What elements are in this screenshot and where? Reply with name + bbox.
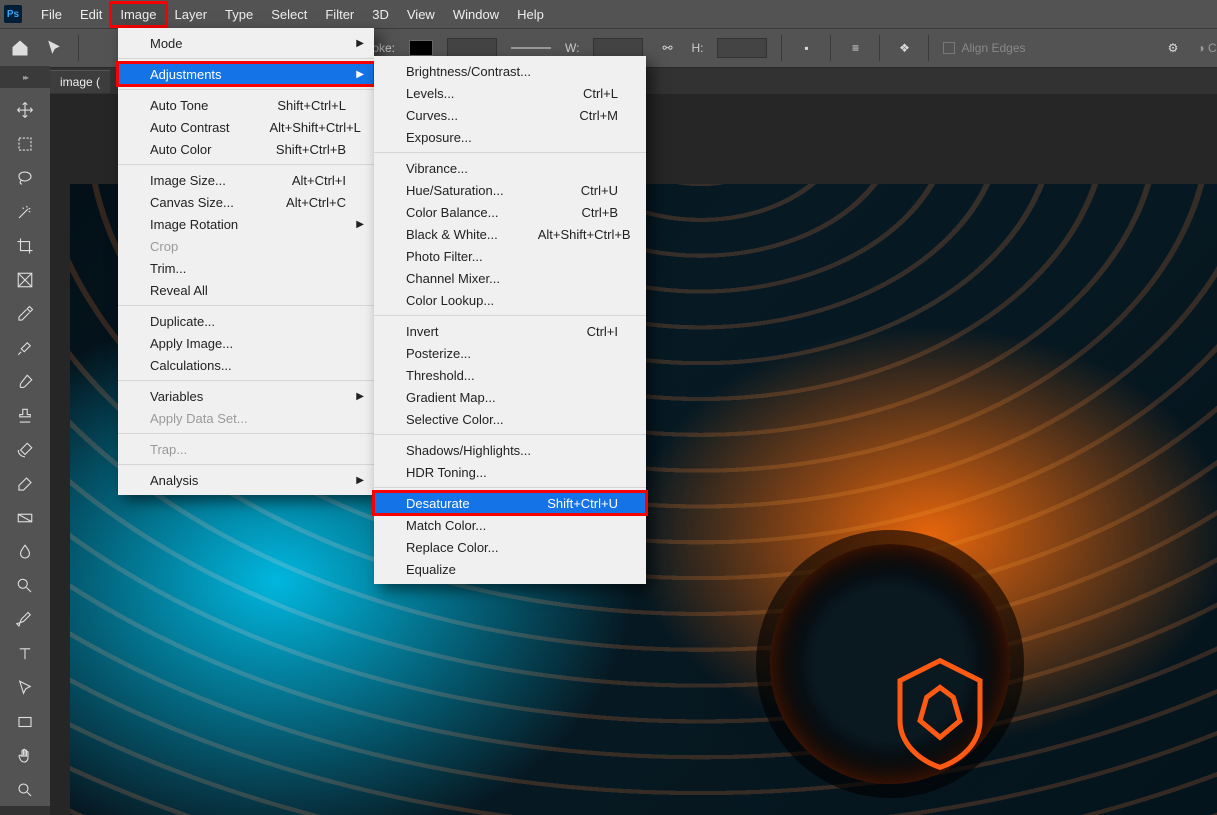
tool-healing[interactable] <box>9 332 41 364</box>
link-icon[interactable]: ⚯ <box>657 38 677 58</box>
corner-button[interactable]: ◑ C <box>1197 38 1217 58</box>
menuitem-channel-mixer[interactable]: Channel Mixer... <box>374 267 646 289</box>
menuitem-trap: Trap... <box>118 438 374 460</box>
menuitem-vibrance[interactable]: Vibrance... <box>374 157 646 179</box>
tool-history-brush[interactable] <box>9 434 41 466</box>
document-tab-strip: image ( <box>50 68 110 94</box>
tool-brush[interactable] <box>9 366 41 398</box>
tool-dodge[interactable] <box>9 570 41 602</box>
menuitem-image-rotation[interactable]: Image Rotation▶ <box>118 213 374 235</box>
height-field[interactable] <box>717 38 767 58</box>
menu-type[interactable]: Type <box>216 3 262 26</box>
menuitem-auto-color[interactable]: Auto ColorShift+Ctrl+B <box>118 138 374 160</box>
menu-bar: Ps FileEditImageLayerTypeSelectFilter3DV… <box>0 0 1217 28</box>
tool-lasso[interactable] <box>9 162 41 194</box>
menuitem-analysis[interactable]: Analysis▶ <box>118 469 374 491</box>
menu-view[interactable]: View <box>398 3 444 26</box>
menu-image[interactable]: Image <box>111 3 165 26</box>
tool-blur[interactable] <box>9 536 41 568</box>
menuitem-brightness-contrast[interactable]: Brightness/Contrast... <box>374 60 646 82</box>
tool-path-select[interactable] <box>9 672 41 704</box>
menuitem-color-balance[interactable]: Color Balance...Ctrl+B <box>374 201 646 223</box>
menuitem-exposure[interactable]: Exposure... <box>374 126 646 148</box>
width-field[interactable] <box>593 38 643 58</box>
menuitem-adjustments[interactable]: Adjustments▶ <box>118 63 374 85</box>
distribute-icon[interactable]: ≡ <box>845 38 865 58</box>
menuitem-hue-saturation[interactable]: Hue/Saturation...Ctrl+U <box>374 179 646 201</box>
tool-stamp[interactable] <box>9 400 41 432</box>
tool-frame[interactable] <box>9 264 41 296</box>
menuitem-reveal-all[interactable]: Reveal All <box>118 279 374 301</box>
menu-layer[interactable]: Layer <box>166 3 217 26</box>
menuitem-match-color[interactable]: Match Color... <box>374 514 646 536</box>
tool-eraser[interactable] <box>9 468 41 500</box>
panel-collapse-tab[interactable]: ▸▸ <box>0 66 50 88</box>
menuitem-gradient-map[interactable]: Gradient Map... <box>374 386 646 408</box>
menu-help[interactable]: Help <box>508 3 553 26</box>
menuitem-apply-image[interactable]: Apply Image... <box>118 332 374 354</box>
menu-select[interactable]: Select <box>262 3 316 26</box>
tool-zoom[interactable] <box>9 774 41 806</box>
menuitem-curves[interactable]: Curves...Ctrl+M <box>374 104 646 126</box>
menuitem-hdr-toning[interactable]: HDR Toning... <box>374 461 646 483</box>
menuitem-image-size[interactable]: Image Size...Alt+Ctrl+I <box>118 169 374 191</box>
menu-filter[interactable]: Filter <box>316 3 363 26</box>
menuitem-auto-contrast[interactable]: Auto ContrastAlt+Shift+Ctrl+L <box>118 116 374 138</box>
menuitem-photo-filter[interactable]: Photo Filter... <box>374 245 646 267</box>
tool-eyedropper[interactable] <box>9 298 41 330</box>
tool-pen[interactable] <box>9 604 41 636</box>
height-label: H: <box>691 41 703 55</box>
menuitem-auto-tone[interactable]: Auto ToneShift+Ctrl+L <box>118 94 374 116</box>
menuitem-apply-data-set: Apply Data Set... <box>118 407 374 429</box>
app-logo: Ps <box>4 5 22 23</box>
tools-panel <box>0 88 50 806</box>
menuitem-variables[interactable]: Variables▶ <box>118 385 374 407</box>
menuitem-canvas-size[interactable]: Canvas Size...Alt+Ctrl+C <box>118 191 374 213</box>
menu-window[interactable]: Window <box>444 3 508 26</box>
align-edges-checkbox[interactable]: Align Edges <box>943 41 1025 55</box>
stroke-color-swatch[interactable] <box>409 40 433 56</box>
menuitem-levels[interactable]: Levels...Ctrl+L <box>374 82 646 104</box>
tool-type[interactable] <box>9 638 41 670</box>
menuitem-shadows-highlights[interactable]: Shadows/Highlights... <box>374 439 646 461</box>
tool-rectangle[interactable] <box>9 706 41 738</box>
menu-edit[interactable]: Edit <box>71 3 111 26</box>
menu-3d[interactable]: 3D <box>363 3 398 26</box>
menuitem-invert[interactable]: InvertCtrl+I <box>374 320 646 342</box>
menuitem-equalize[interactable]: Equalize <box>374 558 646 580</box>
stroke-width-field[interactable] <box>447 38 497 58</box>
menuitem-desaturate[interactable]: DesaturateShift+Ctrl+U <box>374 492 646 514</box>
menuitem-mode[interactable]: Mode▶ <box>118 32 374 54</box>
layers-icon[interactable]: ❖ <box>894 38 914 58</box>
tool-gradient[interactable] <box>9 502 41 534</box>
menu-file[interactable]: File <box>32 3 71 26</box>
menuitem-posterize[interactable]: Posterize... <box>374 342 646 364</box>
menuitem-trim[interactable]: Trim... <box>118 257 374 279</box>
menuitem-black-white[interactable]: Black & White...Alt+Shift+Ctrl+B <box>374 223 646 245</box>
gear-icon[interactable]: ⚙ <box>1163 38 1183 58</box>
stroke-style-dropdown[interactable] <box>511 47 551 49</box>
width-label: W: <box>565 41 579 55</box>
tool-hand[interactable] <box>9 740 41 772</box>
image-menu: Mode▶Adjustments▶Auto ToneShift+Ctrl+LAu… <box>118 28 374 495</box>
menuitem-threshold[interactable]: Threshold... <box>374 364 646 386</box>
menuitem-color-lookup[interactable]: Color Lookup... <box>374 289 646 311</box>
menuitem-calculations[interactable]: Calculations... <box>118 354 374 376</box>
home-icon[interactable] <box>10 38 30 58</box>
align-icon[interactable]: ▪ <box>796 38 816 58</box>
tool-crop[interactable] <box>9 230 41 262</box>
arrow-cursor-icon[interactable] <box>44 38 64 58</box>
tool-wand[interactable] <box>9 196 41 228</box>
document-tab[interactable]: image ( <box>50 70 110 93</box>
menuitem-duplicate[interactable]: Duplicate... <box>118 310 374 332</box>
adjustments-submenu: Brightness/Contrast...Levels...Ctrl+LCur… <box>374 56 646 584</box>
menuitem-replace-color[interactable]: Replace Color... <box>374 536 646 558</box>
menuitem-selective-color[interactable]: Selective Color... <box>374 408 646 430</box>
tool-move[interactable] <box>9 94 41 126</box>
image-emblem-icon <box>890 654 990 774</box>
tool-marquee[interactable] <box>9 128 41 160</box>
menuitem-crop: Crop <box>118 235 374 257</box>
